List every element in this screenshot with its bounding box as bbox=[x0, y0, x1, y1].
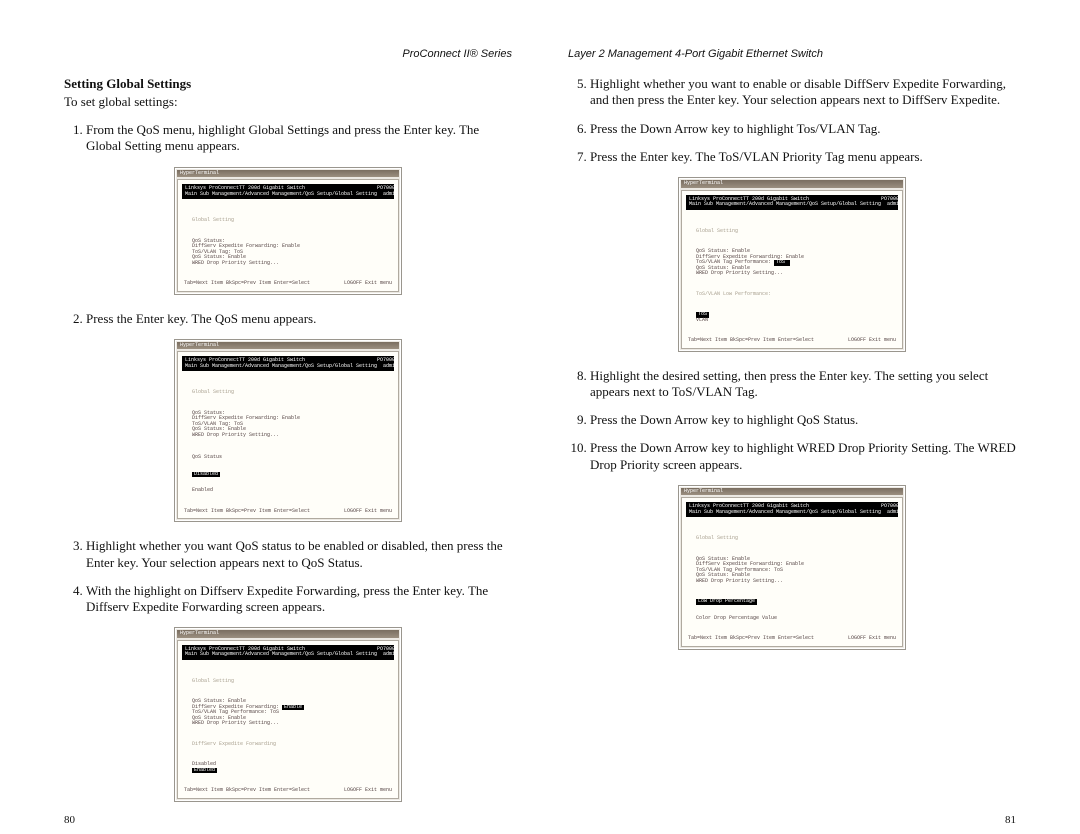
terminal-screenshot: HyperTerminal Linksys ProConnectTT 200d … bbox=[174, 339, 402, 523]
terminal-screenshot: HyperTerminal Linksys ProConnectTT 200d … bbox=[174, 167, 402, 295]
page-80: ProConnect II® Series Setting Global Set… bbox=[44, 48, 540, 806]
step-item: Press the Enter key. The ToS/VLAN Priori… bbox=[590, 149, 1016, 165]
window-titlebar: HyperTerminal bbox=[681, 488, 903, 496]
term-foot-left: Tab=Next Item BkSpc=Prev Item Enter=Sele… bbox=[184, 281, 310, 287]
term-breadcrumb: Main Sub Management/Advanced Management/… bbox=[689, 201, 881, 207]
term-foot-left: Tab=Next Item BkSpc=Prev Item Enter=Sele… bbox=[184, 788, 310, 794]
opt-disabled: Disabled bbox=[192, 472, 220, 478]
terminal-screenshot: HyperTerminal Linksys ProConnectTT 200d … bbox=[678, 485, 906, 650]
term-user: admin bbox=[887, 509, 902, 515]
term-foot-right: LOGOFF Exit menu bbox=[344, 788, 392, 794]
term-foot-left: Tab=Next Item BkSpc=Prev Item Enter=Sele… bbox=[184, 509, 310, 515]
hl-enable: Enable bbox=[282, 705, 304, 711]
term-section: Global Setting bbox=[192, 390, 384, 396]
section-title: Setting Global Settings bbox=[64, 76, 512, 92]
hl-tos: ToS bbox=[774, 260, 790, 266]
opt-enabled: Enabled bbox=[192, 768, 217, 774]
term-foot-right: LOGOFF Exit menu bbox=[344, 509, 392, 515]
figure-tos-vlan-priority: HyperTerminal Linksys ProConnectTT 200d … bbox=[568, 177, 1016, 352]
term-foot-right: LOGOFF Exit menu bbox=[848, 636, 896, 642]
running-head-right: Layer 2 Management 4-Port Gigabit Ethern… bbox=[568, 48, 1016, 60]
step-item: Press the Enter key. The QoS menu appear… bbox=[86, 311, 512, 327]
term-user: admin bbox=[383, 651, 398, 657]
term-subhead: ToS/VLAN Low Performance: bbox=[696, 292, 888, 298]
window-titlebar: HyperTerminal bbox=[681, 180, 903, 188]
term-section: Global Setting bbox=[696, 536, 888, 542]
step-item: Press the Down Arrow key to highlight To… bbox=[590, 121, 1016, 137]
page-number-left: 80 bbox=[64, 814, 75, 826]
figure-diffserv-expedite: HyperTerminal Linksys ProConnectTT 200d … bbox=[64, 627, 512, 802]
intro-text: To set global settings: bbox=[64, 94, 512, 110]
term-section: Global Setting bbox=[192, 218, 384, 224]
page-81: Layer 2 Management 4-Port Gigabit Ethern… bbox=[540, 48, 1036, 806]
term-breadcrumb: Main Sub Management/Advanced Management/… bbox=[185, 651, 377, 657]
step-item: Press the Down Arrow key to highlight Qo… bbox=[590, 412, 1016, 428]
steps-3-4: Highlight whether you want QoS status to… bbox=[64, 538, 512, 615]
steps-8-10: Highlight the desired setting, then pres… bbox=[568, 368, 1016, 473]
term-breadcrumb: Main Sub Management/Advanced Management/… bbox=[689, 509, 881, 515]
steps-5-7: Highlight whether you want to enable or … bbox=[568, 76, 1016, 165]
step-item: With the highlight on Diffserv Expedite … bbox=[86, 583, 512, 616]
figure-qos-menu: HyperTerminal Linksys ProConnectTT 200d … bbox=[64, 339, 512, 523]
step-item: Highlight whether you want to enable or … bbox=[590, 76, 1016, 109]
term-user: admin bbox=[887, 201, 902, 207]
term-section: Global Setting bbox=[696, 229, 888, 235]
terminal-screenshot: HyperTerminal Linksys ProConnectTT 200d … bbox=[174, 627, 402, 802]
steps-2: Press the Enter key. The QoS menu appear… bbox=[64, 311, 512, 327]
step-item: Highlight whether you want QoS status to… bbox=[86, 538, 512, 571]
step-item: From the QoS menu, highlight Global Sett… bbox=[86, 122, 512, 155]
figure-wred-drop-priority: HyperTerminal Linksys ProConnectTT 200d … bbox=[568, 485, 1016, 650]
step-item: Press the Down Arrow key to highlight WR… bbox=[590, 440, 1016, 473]
term-body: QoS Status: DiffServ Expedite Forwarding… bbox=[192, 411, 384, 439]
term-user: admin bbox=[383, 363, 398, 369]
book-spread: ProConnect II® Series Setting Global Set… bbox=[0, 0, 1080, 834]
window-titlebar: HyperTerminal bbox=[177, 342, 399, 350]
page-number-right: 81 bbox=[1005, 814, 1016, 826]
drop-sub: Color Drop Percentage Value bbox=[696, 616, 888, 622]
term-body: QoS Status: DiffServ Expedite Forwarding… bbox=[192, 239, 384, 267]
step-item: Highlight the desired setting, then pres… bbox=[590, 368, 1016, 401]
hl-drop-percentage: Low Drop Percentage bbox=[696, 599, 757, 605]
terminal-screenshot: HyperTerminal Linksys ProConnectTT 200d … bbox=[678, 177, 906, 352]
figure-global-setting-menu: HyperTerminal Linksys ProConnectTT 200d … bbox=[64, 167, 512, 295]
term-subhead: DiffServ Expedite Forwarding bbox=[192, 742, 384, 748]
term-breadcrumb: Main Sub Management/Advanced Management/… bbox=[185, 191, 377, 197]
opt-enabled: Enabled bbox=[192, 488, 384, 494]
term-section: Global Setting bbox=[192, 679, 384, 685]
running-head-left: ProConnect II® Series bbox=[64, 48, 512, 60]
term-foot-right: LOGOFF Exit menu bbox=[848, 338, 896, 344]
steps-1: From the QoS menu, highlight Global Sett… bbox=[64, 122, 512, 155]
term-breadcrumb: Main Sub Management/Advanced Management/… bbox=[185, 363, 377, 369]
term-foot-left: Tab=Next Item BkSpc=Prev Item Enter=Sele… bbox=[688, 636, 814, 642]
opt-tos: ToS bbox=[696, 312, 709, 318]
term-foot-right: LOGOFF Exit menu bbox=[344, 281, 392, 287]
term-foot-left: Tab=Next Item BkSpc=Prev Item Enter=Sele… bbox=[688, 338, 814, 344]
term-user: admin bbox=[383, 191, 398, 197]
window-titlebar: HyperTerminal bbox=[177, 170, 399, 178]
window-titlebar: HyperTerminal bbox=[177, 630, 399, 638]
